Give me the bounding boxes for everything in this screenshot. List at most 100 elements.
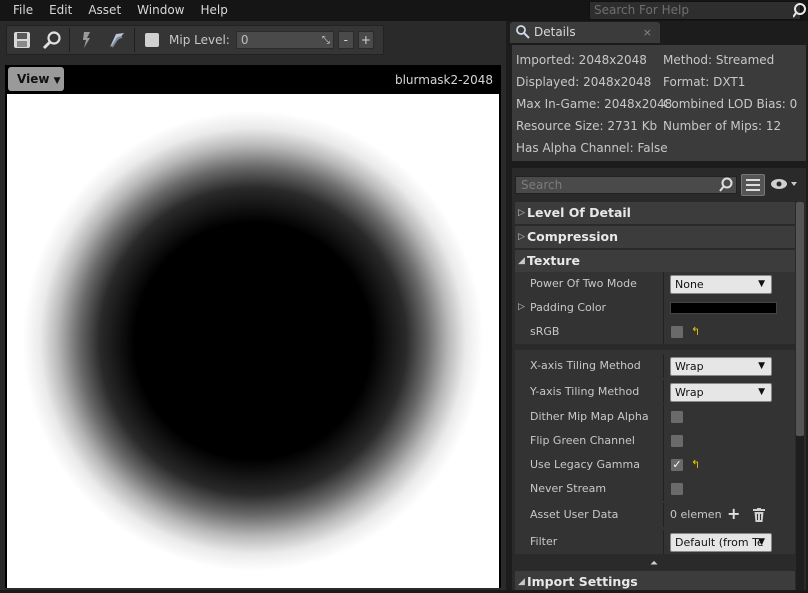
search-icon[interactable] <box>793 2 808 19</box>
compress-button[interactable] <box>102 26 132 54</box>
prop-value <box>665 429 795 453</box>
info-has-alpha: Has Alpha Channel: False <box>516 141 668 155</box>
prop-value <box>665 405 795 429</box>
menu-file[interactable]: File <box>0 0 41 21</box>
dropdown-value: Wrap <box>675 386 704 399</box>
prop-power-of-two: Power Of Two Mode None ▼ <box>515 272 795 296</box>
menu-edit[interactable]: Edit <box>41 0 80 21</box>
details-pane: Details × Imported: 2048x2048 Method: St… <box>506 21 808 590</box>
prop-never-stream: Never Stream <box>515 477 795 501</box>
prop-flip-green: Flip Green Channel <box>515 429 795 453</box>
column-divider <box>663 453 664 477</box>
prop-label: Filter <box>530 535 558 548</box>
info-format: Format: DXT1 <box>663 75 746 89</box>
texture-preview[interactable] <box>7 94 499 588</box>
prop-label: Padding Color <box>530 301 607 314</box>
category-compression[interactable]: ▷ Compression <box>515 226 795 248</box>
details-panel: Search ▷ Level Of Detail ▷ Compression ◢… <box>512 168 806 590</box>
details-scrollbar[interactable] <box>796 202 804 590</box>
toolbar-separator <box>69 28 70 52</box>
prop-label: Y-axis Tiling Method <box>530 385 640 398</box>
info-num-mips: Number of Mips: 12 <box>663 119 782 133</box>
prop-legacy-gamma: Use Legacy Gamma ✓ ↰ <box>515 453 795 477</box>
menu-asset[interactable]: Asset <box>80 0 129 21</box>
advanced-collapse-icon[interactable]: ⏶ <box>650 558 658 569</box>
collapse-arrow-icon: ◢ <box>518 256 525 266</box>
mip-level-input[interactable]: 0 ⤡ <box>235 31 334 49</box>
prop-label: Power Of Two Mode <box>530 277 637 290</box>
category-import-settings[interactable]: ◢ Import Settings <box>515 571 795 590</box>
power-of-two-dropdown[interactable]: None ▼ <box>670 275 772 294</box>
menu-window[interactable]: Window <box>129 0 192 21</box>
magnifier-icon <box>42 31 61 50</box>
column-divider <box>663 296 664 320</box>
dither-checkbox[interactable] <box>670 410 684 424</box>
flip-green-checkbox[interactable] <box>670 434 684 448</box>
view-menu-button[interactable]: View ▼ <box>8 67 64 91</box>
prop-value: None ▼ <box>665 272 795 296</box>
column-divider <box>663 503 664 527</box>
reimport-button[interactable] <box>72 26 102 54</box>
category-texture[interactable]: ◢ Texture <box>515 250 795 272</box>
prop-label: Flip Green Channel <box>530 434 635 447</box>
prop-value: ✓ ↰ <box>665 453 795 477</box>
prop-value: Default (from Te ▼ <box>665 530 795 554</box>
prop-value: Wrap ▼ <box>665 354 795 378</box>
dropdown-value: None <box>675 278 704 291</box>
mip-level-checkbox[interactable] <box>145 33 159 47</box>
compress-icon <box>110 33 124 48</box>
scrollbar-thumb[interactable] <box>796 202 804 436</box>
expand-arrow-icon[interactable]: ▷ <box>518 302 525 312</box>
chevron-down-icon: ▼ <box>758 387 765 397</box>
search-icon <box>719 177 733 192</box>
chevron-down-icon: ▼ <box>758 361 765 371</box>
prop-padding-color: ▷ Padding Color <box>515 296 795 320</box>
filter-dropdown[interactable]: Default (from Te ▼ <box>670 533 772 552</box>
toolbar-separator <box>134 28 135 52</box>
trash-icon[interactable] <box>753 508 765 522</box>
tab-details[interactable]: Details × <box>510 22 660 43</box>
menu-help[interactable]: Help <box>192 0 235 21</box>
property-matrix-button[interactable] <box>741 174 765 196</box>
info-imported: Imported: 2048x2048 <box>516 53 647 67</box>
details-search-input[interactable]: Search <box>515 176 737 194</box>
save-button[interactable] <box>7 26 37 54</box>
column-divider <box>663 320 664 344</box>
column-divider <box>663 429 664 453</box>
dropdown-value: Wrap <box>675 360 704 373</box>
column-divider <box>663 272 664 296</box>
checkmark-icon: ✓ <box>672 458 682 471</box>
info-method: Method: Streamed <box>663 53 775 67</box>
add-icon[interactable]: + <box>727 504 740 523</box>
list-icon <box>746 179 760 191</box>
mip-decrease-button[interactable]: - <box>337 31 354 49</box>
never-stream-checkbox[interactable] <box>670 482 684 496</box>
srgb-checkbox[interactable] <box>670 325 684 339</box>
help-search-input[interactable]: Search For Help <box>589 1 801 20</box>
dropdown-value: Default (from Te <box>675 536 764 549</box>
reset-to-default-icon[interactable]: ↰ <box>691 458 700 471</box>
column-divider <box>663 354 664 378</box>
column-divider <box>663 477 664 501</box>
menu-bar: File Edit Asset Window Help Search For H… <box>0 0 808 21</box>
close-icon[interactable]: × <box>643 22 652 43</box>
legacy-gamma-checkbox[interactable]: ✓ <box>670 458 684 472</box>
texture-editor-pane: Mip Level: 0 ⤡ - + View ▼ blurmask2-2048 <box>0 21 506 590</box>
x-tiling-dropdown[interactable]: Wrap ▼ <box>670 357 772 376</box>
prop-y-tiling: Y-axis Tiling Method Wrap ▼ <box>515 380 795 404</box>
prop-x-tiling: X-axis Tiling Method Wrap ▼ <box>515 354 795 378</box>
padding-color-swatch[interactable] <box>670 302 777 314</box>
reset-to-default-icon[interactable]: ↰ <box>691 325 700 338</box>
mip-increase-button[interactable]: + <box>357 31 374 49</box>
info-resource-size: Resource Size: 2731 Kb <box>516 119 658 133</box>
eye-icon[interactable] <box>770 178 798 190</box>
category-level-of-detail[interactable]: ▷ Level Of Detail <box>515 202 795 224</box>
prop-value: 0 elements + <box>665 503 795 527</box>
view-label: View <box>17 72 50 86</box>
info-max-ingame: Max In-Game: 2048x2048 <box>516 97 673 111</box>
texture-info-box: Imported: 2048x2048 Method: Streamed Dis… <box>512 45 806 161</box>
prop-label: X-axis Tiling Method <box>530 359 641 372</box>
y-tiling-dropdown[interactable]: Wrap ▼ <box>670 383 772 402</box>
browse-button[interactable] <box>37 26 67 54</box>
texture-viewport[interactable]: View ▼ blurmask2-2048 <box>5 65 501 588</box>
